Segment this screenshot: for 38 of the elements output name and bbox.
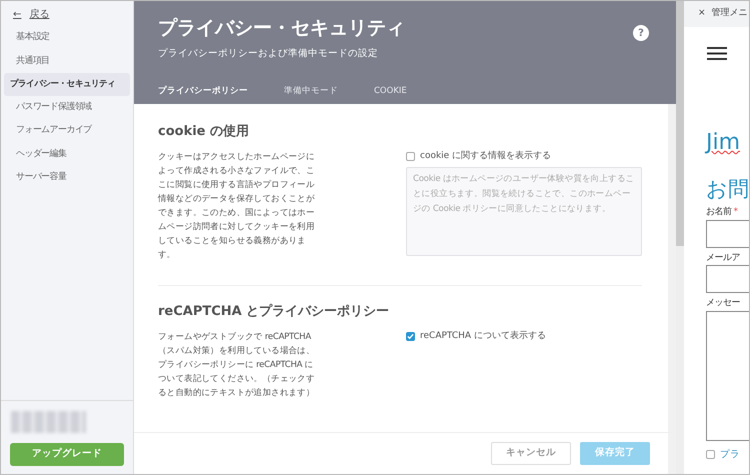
page-title: プライバシー・セキュリティ <box>158 17 405 40</box>
page-subtitle: プライバシーポリシーおよび準備中モードの設定 <box>158 46 379 61</box>
description-text: フォームやゲストブックで reCAPTCHA（スパム対策）を利用している場合は、プライバシーポリシーに reCAPTCHA について表記してください。（チェックすると自動的にテキストが追加されます） <box>158 330 316 400</box>
sidebar-item[interactable]: ヘッダー編集 <box>4 142 130 166</box>
field-label: メールア <box>706 252 740 265</box>
menu-icon[interactable] <box>707 47 727 60</box>
checkbox[interactable] <box>706 450 715 460</box>
sidebar-item[interactable]: 共通項目 <box>4 50 130 73</box>
scrollbar[interactable] <box>676 1 684 474</box>
sidebar-item[interactable]: 基本設定 <box>4 26 130 50</box>
field-label: お名前 * <box>706 206 738 220</box>
tab[interactable]: 準備中モード <box>276 82 346 106</box>
checkbox[interactable] <box>406 332 415 341</box>
checkbox-label[interactable]: reCAPTCHA について表示する <box>420 330 546 344</box>
sidebar-item[interactable]: サーバー容量 <box>4 166 130 190</box>
sidebar-item[interactable]: パスワード保護領域 <box>4 96 130 120</box>
input-field[interactable] <box>706 265 749 294</box>
close-icon[interactable]: × <box>698 7 706 21</box>
consent-link[interactable]: プラ <box>720 448 740 462</box>
tab-title: 管理メニ <box>712 7 748 20</box>
checkbox-label[interactable]: cookie に関する情報を表示する <box>420 150 552 164</box>
message-field[interactable] <box>706 310 749 441</box>
sidebar-item[interactable]: フォームアーカイブ <box>4 119 130 143</box>
sidebar-item[interactable]: プライバシー・セキュリティ <box>4 73 130 96</box>
description-text: クッキーはアクセスしたホームページによって作成される小さなファイルで、ここに閲覧に使用する言語やプロフィール情報などのデータを保存しておくことができます。このため、国によってはホームページ訪問者に対してクッキーを利用していることを知らせる義務があります。 <box>158 150 316 262</box>
site-title: Jim <box>706 129 742 157</box>
back-link[interactable]: ← 戻る <box>1 1 133 26</box>
cancel-button[interactable]: キャンセル <box>491 442 571 465</box>
form-heading: お問 <box>706 177 749 202</box>
checkbox[interactable] <box>406 152 415 161</box>
field-label: メッセー <box>706 297 740 310</box>
section-title: reCAPTCHA とプライバシーポリシー <box>158 304 390 320</box>
preview-tab[interactable]: × 管理メニ <box>684 1 749 27</box>
help-icon[interactable]: ? <box>633 25 649 41</box>
input-field[interactable] <box>706 220 749 248</box>
back-arrow-icon: ← <box>13 7 22 22</box>
section-title: cookie の使用 <box>158 124 250 140</box>
tab[interactable]: COOKIE <box>366 82 415 106</box>
